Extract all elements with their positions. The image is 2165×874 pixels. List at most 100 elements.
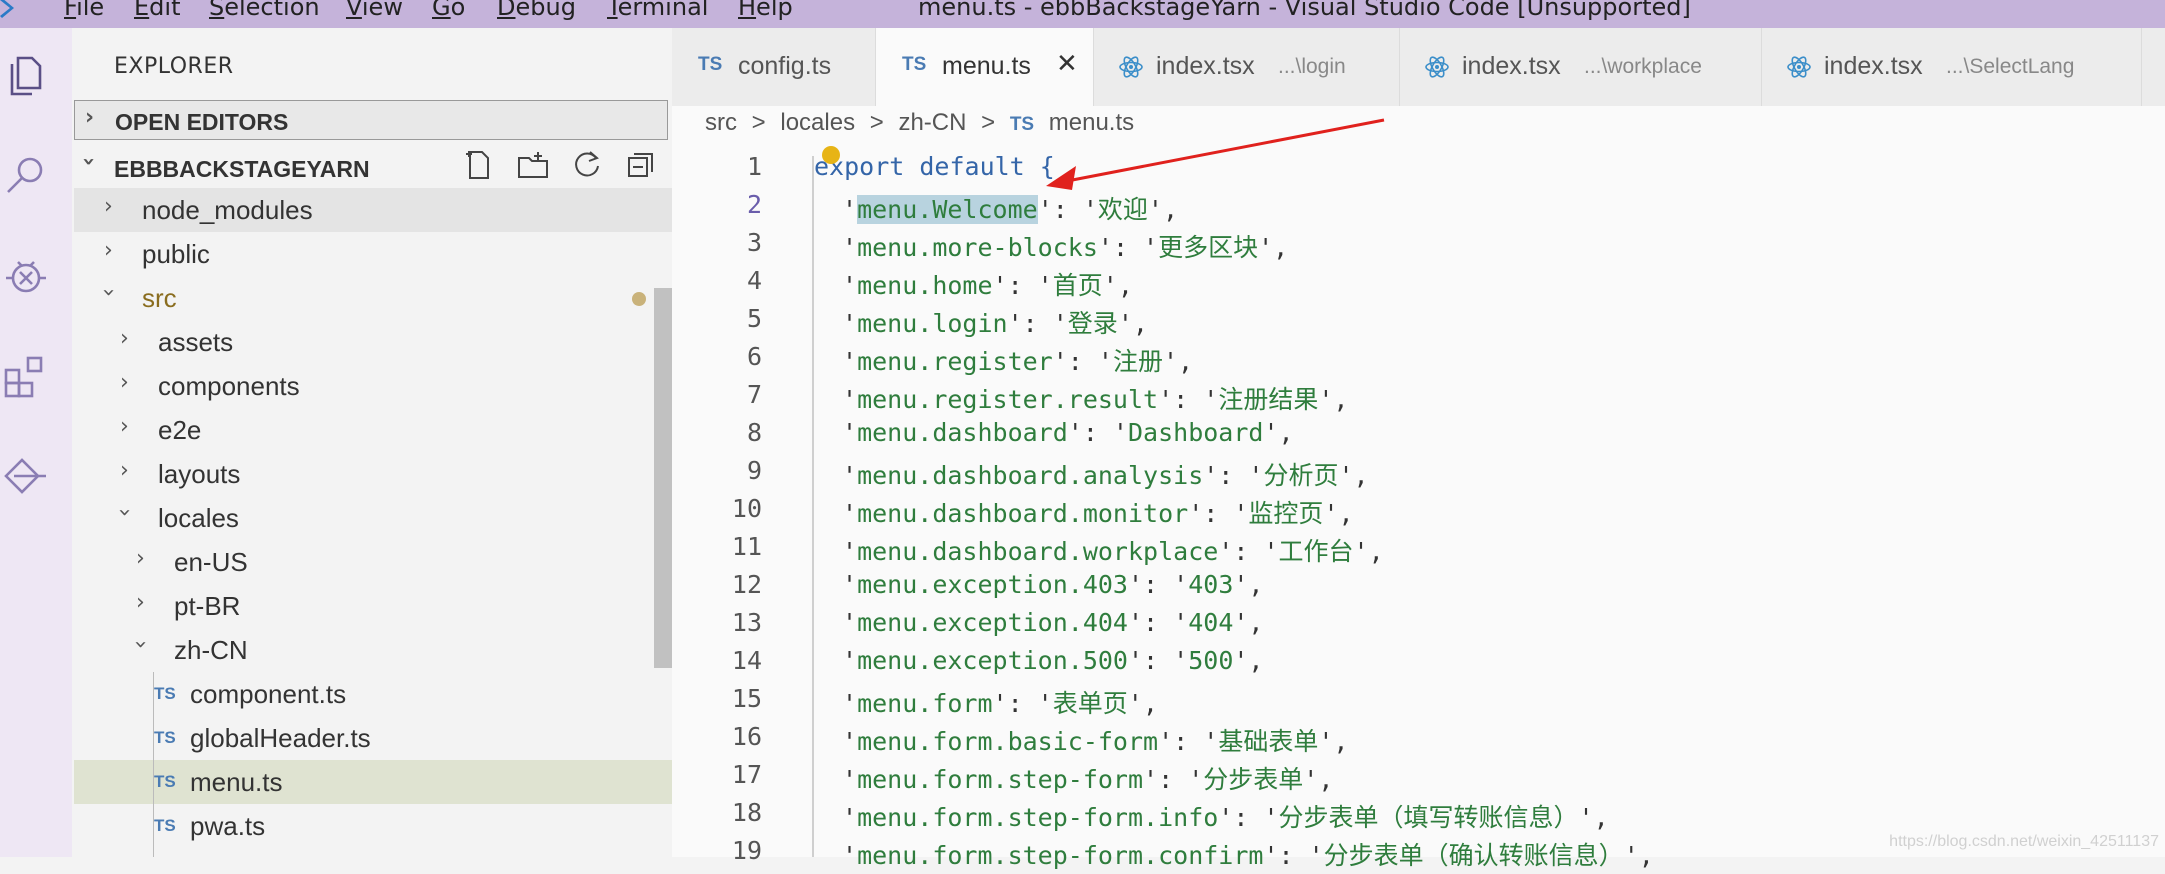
tree-item-label: e2e — [158, 415, 202, 445]
close-icon[interactable]: ✕ — [1056, 48, 1078, 79]
code-text: 'menu.dashboard.analysis': '分析页', — [842, 461, 1369, 490]
new-folder-icon[interactable] — [516, 148, 550, 182]
tree-item-label: en-US — [174, 547, 248, 577]
line-number: 8 — [746, 418, 762, 447]
tree-folder-locales[interactable]: › locales — [74, 496, 672, 540]
code-value: 表单页 — [1052, 689, 1128, 718]
chevron-right-icon: › — [136, 590, 145, 615]
tree-folder-node-modules[interactable]: › node_modules — [74, 188, 672, 232]
menu-help[interactable]: Help — [738, 0, 793, 21]
tab-label: index.tsx — [1462, 52, 1561, 80]
menu-debug[interactable]: Debug — [497, 0, 576, 21]
tree-folder-en-us[interactable]: › en-US — [74, 540, 672, 584]
source-control-icon[interactable] — [0, 450, 52, 502]
menu-edit[interactable]: Edit — [134, 0, 180, 21]
code-line[interactable]: 3 'menu.more-blocks': '更多区块', — [672, 228, 2165, 266]
code-line[interactable]: 17 'menu.form.step-form': '分步表单', — [672, 760, 2165, 798]
code-line[interactable]: 14 'menu.exception.500': '500', — [672, 646, 2165, 684]
tree-file-menu-ts[interactable]: TS menu.ts — [74, 760, 672, 804]
tab-label: config.ts — [738, 52, 832, 80]
typescript-file-icon: TS — [154, 772, 176, 791]
code-line[interactable]: 7 'menu.register.result': '注册结果', — [672, 380, 2165, 418]
code-line[interactable]: 8 'menu.dashboard': 'Dashboard', — [672, 418, 2165, 456]
tab-index-tsx-selectlang[interactable]: index.tsx ...\SelectLang — [1762, 28, 2142, 106]
activity-bar — [0, 28, 72, 857]
tree-item-label: pt-BR — [174, 591, 241, 621]
search-icon[interactable] — [0, 150, 52, 202]
code-text: 'menu.form': '表单页', — [842, 689, 1158, 718]
code-line[interactable]: 11 'menu.dashboard.workplace': '工作台', — [672, 532, 2165, 570]
tab-config-ts[interactable]: TS config.ts — [672, 28, 876, 106]
code-line[interactable]: 9 'menu.dashboard.analysis': '分析页', — [672, 456, 2165, 494]
menu-go[interactable]: Go — [432, 0, 465, 21]
code-line[interactable]: 12 'menu.exception.403': '403', — [672, 570, 2165, 608]
code-value: 403 — [1188, 570, 1234, 599]
tree-folder-zh-cn[interactable]: › zh-CN — [74, 628, 672, 672]
typescript-file-icon: TS — [1009, 114, 1035, 135]
tree-folder-components[interactable]: › components — [74, 364, 672, 408]
code-line[interactable]: 18 'menu.form.step-form.info': '分步表单（填写转账… — [672, 798, 2165, 836]
code-line[interactable]: 6 'menu.register': '注册', — [672, 342, 2165, 380]
code-line[interactable]: 13 'menu.exception.404': '404', — [672, 608, 2165, 646]
tab-index-tsx-workplace[interactable]: index.tsx ...\workplace — [1400, 28, 1762, 106]
tab-index-tsx-login[interactable]: index.tsx ...\login — [1094, 28, 1400, 106]
debug-icon[interactable] — [0, 250, 52, 302]
breadcrumb-separator-icon: > — [981, 109, 996, 136]
code-key: menu.login — [857, 309, 1008, 338]
explorer-icon[interactable] — [0, 50, 52, 102]
tree-file-globalheader-ts[interactable]: TS globalHeader.ts — [74, 716, 672, 760]
breadcrumb-item[interactable]: src — [705, 109, 737, 136]
tree-folder-layouts[interactable]: › layouts — [74, 452, 672, 496]
tab-description: ...\login — [1278, 55, 1346, 78]
tree-item-label: layouts — [158, 459, 241, 489]
react-icon — [1425, 56, 1449, 78]
window-title: menu.ts - ebbBackstageYarn - Visual Stud… — [918, 0, 1691, 21]
code-text: 'menu.dashboard': 'Dashboard', — [842, 418, 1294, 447]
code-line[interactable]: 1 export default { — [672, 152, 2165, 190]
code-key: menu.form.basic-form — [857, 727, 1159, 756]
project-section[interactable]: › EBBBACKSTAGEYARN — [74, 146, 668, 186]
tree-folder-public[interactable]: › public — [74, 232, 672, 276]
tree-folder-e2e[interactable]: › e2e — [74, 408, 672, 452]
new-file-icon[interactable] — [462, 148, 496, 182]
code-line[interactable]: 10 'menu.dashboard.monitor': '监控页', — [672, 494, 2165, 532]
refresh-icon[interactable] — [570, 148, 604, 182]
code-keyword: export default { — [814, 152, 1055, 181]
code-key: menu.Welcome — [857, 195, 1038, 224]
code-value: 登录 — [1067, 309, 1118, 338]
tree-folder-assets[interactable]: › assets — [74, 320, 672, 364]
breadcrumb-item[interactable]: zh-CN — [898, 109, 966, 136]
breadcrumb-separator-icon: > — [869, 109, 884, 136]
code-line[interactable]: 15 'menu.form': '表单页', — [672, 684, 2165, 722]
tab-menu-ts[interactable]: TS menu.ts ✕ — [876, 28, 1094, 106]
code-line[interactable]: 16 'menu.form.basic-form': '基础表单', — [672, 722, 2165, 760]
code-value: 工作台 — [1278, 537, 1354, 566]
tree-folder-src[interactable]: › src — [74, 276, 672, 320]
lightbulb-icon[interactable] — [822, 146, 840, 164]
tree-file-pwa-ts[interactable]: TS pwa.ts — [74, 804, 672, 848]
menu-file[interactable]: File — [64, 0, 104, 21]
menu-view[interactable]: View — [346, 0, 403, 21]
code-value: 首页 — [1052, 271, 1103, 300]
extensions-icon[interactable] — [0, 350, 52, 402]
open-editors-section[interactable]: › OPEN EDITORS — [74, 100, 668, 140]
tree-item-label: components — [158, 371, 300, 401]
sidebar-scrollbar[interactable] — [654, 288, 672, 668]
menu-terminal[interactable]: Terminal — [607, 0, 708, 21]
code-line[interactable]: 5 'menu.login': '登录', — [672, 304, 2165, 342]
code-line[interactable]: 4 'menu.home': '首页', — [672, 266, 2165, 304]
tab-description: ...\workplace — [1584, 55, 1702, 78]
explorer-title: EXPLORER — [114, 54, 234, 79]
code-key: menu.form.step-form.confirm — [857, 841, 1264, 870]
collapse-all-icon[interactable] — [624, 148, 658, 182]
vscode-logo-icon[interactable] — [0, 0, 22, 22]
breadcrumb-item[interactable]: locales — [780, 109, 855, 136]
line-number: 15 — [731, 684, 762, 713]
code-editor[interactable]: src > locales > zh-CN > TS menu.ts 1 expo… — [672, 106, 2165, 870]
code-value: Dashboard — [1128, 418, 1264, 447]
menu-selection[interactable]: Selection — [209, 0, 320, 21]
tree-folder-pt-br[interactable]: › pt-BR — [74, 584, 672, 628]
open-editors-label: OPEN EDITORS — [115, 109, 289, 135]
code-line[interactable]: 2'menu.Welcome': '欢迎', — [672, 190, 2165, 228]
tree-file-component-ts[interactable]: TS component.ts — [74, 672, 672, 716]
